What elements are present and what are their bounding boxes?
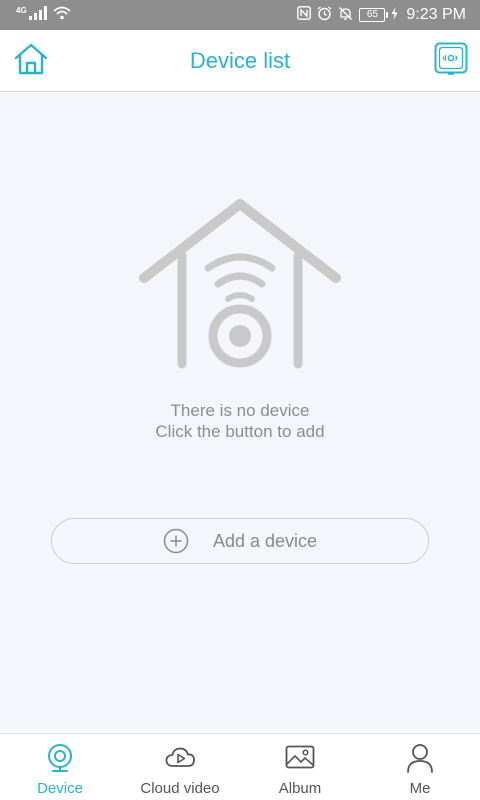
signal-icon	[28, 6, 47, 24]
nav-item-cloud-video[interactable]: Cloud video	[120, 734, 240, 800]
mute-icon	[338, 6, 353, 25]
bottom-nav: Device Cloud video Album Me	[0, 733, 480, 800]
nav-label-device: Device	[37, 780, 83, 797]
plus-circle-icon	[163, 528, 189, 554]
header: Device list	[0, 30, 480, 92]
nav-item-device[interactable]: Device	[0, 734, 120, 800]
nav-item-album[interactable]: Album	[240, 734, 360, 800]
home-icon	[13, 42, 49, 81]
network-type: 4G	[16, 5, 27, 15]
nav-label-cloud-video: Cloud video	[140, 780, 220, 797]
nav-label-me: Me	[409, 780, 431, 797]
home-button[interactable]	[12, 43, 50, 79]
battery-icon: 65	[359, 8, 389, 22]
scan-icon	[434, 42, 468, 81]
camera-icon	[44, 742, 76, 774]
cloud-play-icon	[164, 742, 196, 774]
battery-level: 65	[366, 9, 378, 20]
house-camera-icon	[138, 196, 342, 370]
add-device-label: Add a device	[212, 530, 318, 551]
status-right: 65 9:23 PM	[297, 5, 466, 25]
nfc-icon	[297, 6, 312, 24]
status-left: 4G	[16, 6, 71, 24]
alarm-icon	[317, 5, 332, 25]
add-device-button[interactable]: Add a device	[51, 518, 429, 564]
status-bar: 4G 65 9:23 PM	[0, 0, 480, 30]
nav-item-me[interactable]: Me	[360, 734, 480, 800]
wifi-icon	[53, 6, 71, 24]
status-time: 9:23 PM	[406, 6, 466, 23]
charging-icon	[391, 6, 398, 24]
image-icon	[284, 742, 316, 774]
nav-label-album: Album	[278, 780, 322, 797]
empty-state-message: There is no device Click the button to a…	[0, 400, 480, 442]
page-title: Device list	[189, 47, 291, 73]
empty-state-line1: There is no device	[170, 401, 310, 420]
scan-button[interactable]	[434, 42, 468, 81]
empty-state-line2: Click the button to add	[155, 422, 325, 441]
person-icon	[404, 742, 436, 774]
